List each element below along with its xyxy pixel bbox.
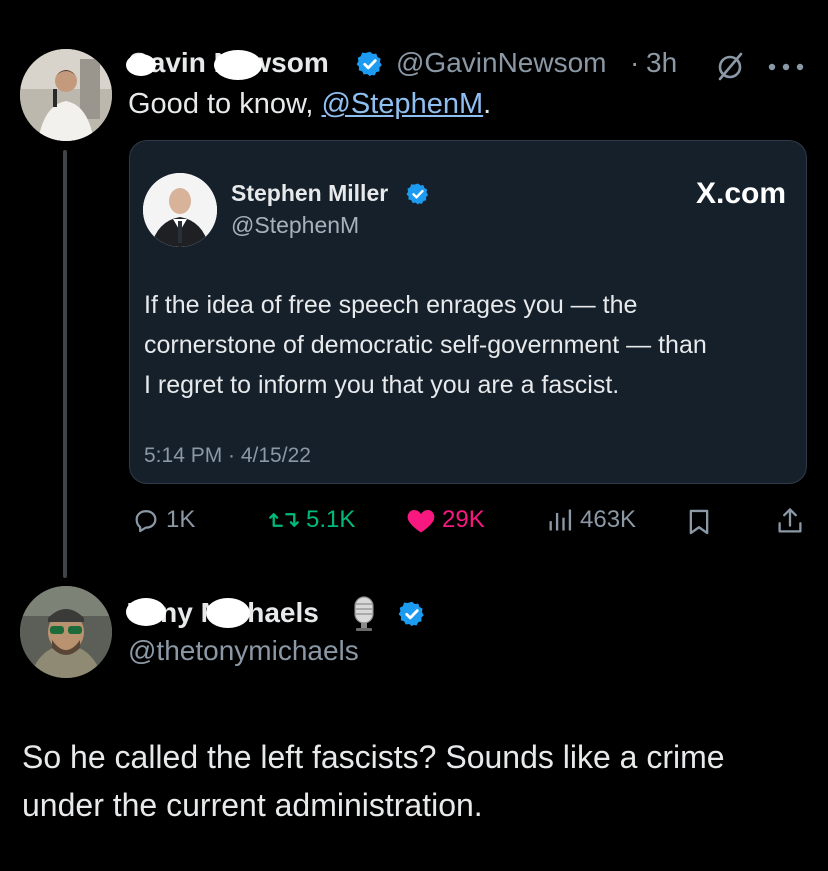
slashed-circle-icon[interactable] [714, 50, 746, 87]
microphone-emoji-icon [344, 594, 384, 639]
like-count: 29K [442, 506, 485, 533]
redaction-mark [206, 598, 250, 628]
reply-button[interactable]: 1K [132, 506, 195, 534]
thread-connector-line [63, 150, 67, 578]
reply-bubble-icon [135, 510, 157, 533]
repost-icon [269, 513, 299, 527]
author-handle[interactable]: @thetonymichaels [128, 634, 359, 668]
tweet-text-prefix: Good to know, [128, 88, 322, 120]
views-count: 463K [580, 506, 637, 533]
quoted-body-line: cornerstone of democratic self-governmen… [144, 331, 707, 359]
avatar-tony-michaels[interactable] [20, 586, 112, 678]
avatar-photo [20, 586, 112, 678]
redaction-mark [126, 54, 156, 76]
avatar-stephen-miller[interactable] [143, 173, 217, 247]
quoted-body-line: If the idea of free speech enrages you —… [144, 291, 638, 319]
verified-badge-icon [398, 600, 426, 633]
header-separator: · [630, 47, 640, 78]
bookmark-icon[interactable] [686, 508, 712, 541]
quoted-author-handle[interactable]: @StephenM [231, 211, 359, 239]
quoted-tweet-card[interactable]: Stephen Miller @StephenM X.com If the id… [129, 140, 807, 484]
quoted-tweet-body: If the idea of free speech enrages you —… [144, 285, 707, 405]
heart-icon [407, 510, 435, 533]
repost-button[interactable]: 5.1K [268, 506, 355, 534]
tweet-text-suffix: . [483, 88, 492, 120]
tweet-text: Good to know, @StephenM. [128, 86, 491, 122]
avatar-photo [143, 173, 217, 247]
more-dots-icon[interactable] [766, 60, 806, 78]
views-bars-icon [549, 509, 572, 531]
quoted-source-label: X.com [695, 177, 786, 210]
mention-link[interactable]: @StephenM [321, 88, 483, 120]
tweet-text-line: under the current administration. [22, 787, 483, 823]
redaction-mark [126, 598, 166, 626]
like-button[interactable]: 29K [406, 506, 485, 534]
verified-badge-icon [406, 182, 430, 211]
share-icon[interactable] [776, 506, 804, 541]
tweet-text: So he called the left fascists? Sounds l… [22, 733, 725, 829]
quoted-timestamp: 5:14 PM · 4/15/22 [144, 444, 311, 467]
redaction-mark [214, 50, 262, 80]
quoted-body-line: I regret to inform you that you are a fa… [144, 371, 620, 399]
verified-badge-icon [356, 50, 384, 83]
quoted-author-name[interactable]: Stephen Miller [231, 179, 388, 207]
author-handle[interactable]: @GavinNewsom [396, 46, 606, 80]
views-button[interactable]: 463K [546, 506, 636, 534]
avatar-photo [20, 49, 112, 141]
tweet-time[interactable]: 3h [646, 46, 677, 80]
repost-count: 5.1K [306, 506, 356, 533]
avatar-gavin-newsom[interactable] [20, 49, 112, 141]
reply-count: 1K [166, 506, 196, 533]
tweet-text-line: So he called the left fascists? Sounds l… [22, 739, 725, 775]
